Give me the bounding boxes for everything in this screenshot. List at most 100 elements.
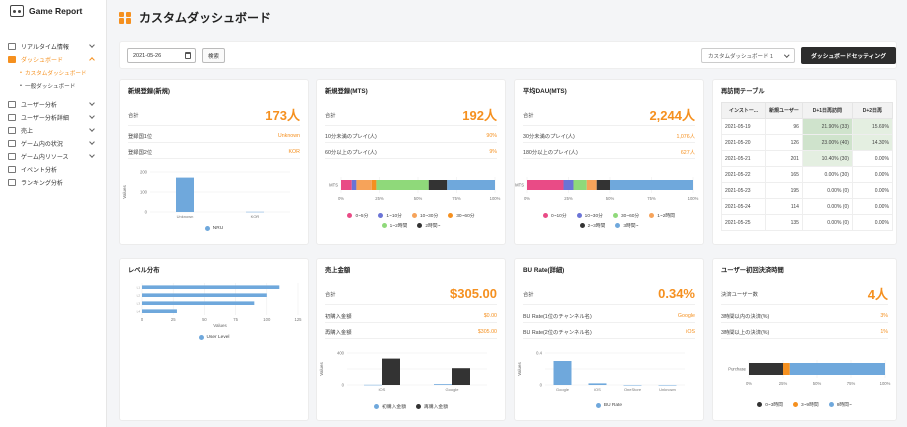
legend-swatch <box>649 213 655 218</box>
legend-item[interactable]: 1~2時間 <box>381 222 407 229</box>
chart-legend: 0~3時間 3~9時間 9時間~ <box>713 401 896 408</box>
legend-item[interactable]: 3時間~ <box>615 222 638 229</box>
table-cell: 15.69% <box>851 118 893 135</box>
calendar-icon <box>8 166 16 173</box>
x-tick-label: Google <box>446 387 460 392</box>
card-new-registration: 新規登録(新規) 合計 173人 登録国1位 Unknown 登録国2位 KOR Va… <box>119 79 309 245</box>
x-tick-label: Google <box>556 387 570 392</box>
sidebar-subitem-custom-dashboard[interactable]: カスタムダッシュボード <box>0 66 106 79</box>
legend-item[interactable]: 3~9時間 <box>792 401 819 408</box>
legend-item[interactable]: 2時間~ <box>417 222 440 229</box>
coin-icon <box>8 127 16 134</box>
search-button[interactable]: 検索 <box>202 48 225 63</box>
page-header: カスタムダッシュボード <box>119 9 271 26</box>
x-tick-label: 50% <box>813 381 822 386</box>
bar <box>553 361 572 385</box>
stat-value: 1% <box>880 328 888 335</box>
legend-item[interactable]: 初購入金額 <box>374 403 406 410</box>
card-title: 売上金額 <box>325 267 351 274</box>
legend-swatch <box>576 213 582 218</box>
purchase-time-stacked-bar-chart: Purchase 0% 25% 50% 75% 100% <box>728 360 891 386</box>
sidebar-nav: リアルタイム情報 ダッシュボード カスタムダッシュボード 一般ダッシュボード ユ… <box>0 40 106 189</box>
table-row: 2021-05-25 135 0.00% (0) 0.00% <box>721 214 893 231</box>
stat-label: 登録国2位 <box>128 149 153 156</box>
legend-item[interactable]: NRU <box>204 226 223 231</box>
legend-item[interactable]: 0~3時間 <box>757 401 783 408</box>
table-cell: 0.00% <box>851 182 893 199</box>
x-tick-label: iOS <box>379 387 386 392</box>
sidebar-item-ranking-analysis[interactable]: ランキング分析 <box>0 176 106 189</box>
column-header[interactable]: D+1日再訪問 <box>801 102 853 119</box>
x-tick-label: 50% <box>606 196 615 201</box>
legend-label: User Level <box>206 335 230 340</box>
total-value: 0.34% <box>658 286 695 301</box>
x-tick-label: 25% <box>564 196 573 201</box>
dashboard-select[interactable]: カスタムダッシュボード 1 <box>701 48 795 63</box>
stat-row: 3時間以内の決済(%) 3% <box>721 309 888 323</box>
sidebar-item-dashboard[interactable]: ダッシュボード <box>0 53 106 66</box>
legend-label: 3時間~ <box>623 224 639 229</box>
legend-item[interactable]: 0~5分 <box>347 212 368 219</box>
stat-value: KOR <box>288 148 300 155</box>
mts-stacked-bar-chart: MTS 0% 25% 50% 75% 100% <box>329 177 501 201</box>
column-header[interactable]: 新規ユーザー <box>765 102 803 119</box>
sidebar-item-ingame-status[interactable]: ゲーム内の状況 <box>0 137 106 150</box>
legend-item[interactable]: 10~30分 <box>411 212 438 219</box>
total-value: 2,244人 <box>649 108 695 123</box>
sidebar-item-user-analysis[interactable]: ユーザー分析 <box>0 98 106 111</box>
legend-label: 0~10分 <box>551 214 567 219</box>
legend-item[interactable]: 10~30分 <box>576 212 603 219</box>
sidebar-item-event-analysis[interactable]: イベント分析 <box>0 163 106 176</box>
clock-icon <box>8 43 16 50</box>
legend-label: 9時間~ <box>836 403 852 408</box>
card-dau-mts: 平均DAU(MTS) 合計 2,244人 30分未満のプレイ(人) 1,076人 1… <box>514 79 704 245</box>
bar <box>452 368 470 385</box>
chart-legend: 0~5分 1~10分 10~30分 30~60分 1~2時間 2時間~ <box>317 212 505 229</box>
bar <box>246 211 264 213</box>
dashboard-icon <box>8 56 16 63</box>
legend-item[interactable]: 1~10分 <box>378 212 402 219</box>
chevron-down-icon <box>89 152 95 158</box>
legend-item[interactable]: 30~60分 <box>612 212 639 219</box>
x-tick-label: 75 <box>233 317 238 322</box>
calendar-icon[interactable] <box>185 52 191 59</box>
legend-item[interactable]: 再購入金額 <box>416 403 448 410</box>
legend-item[interactable]: 0~10分 <box>543 212 567 219</box>
bar <box>382 358 400 385</box>
chevron-down-icon <box>89 100 95 106</box>
sidebar-item-ingame-resource[interactable]: ゲーム内リソース <box>0 150 106 163</box>
legend-swatch <box>347 213 353 218</box>
bar-segment <box>376 180 429 190</box>
legend-item[interactable]: User Level <box>198 335 230 340</box>
bar-segment <box>749 363 783 375</box>
sidebar-item-realtime[interactable]: リアルタイム情報 <box>0 40 106 53</box>
sidebar-item-label: ゲーム内の状況 <box>21 142 63 148</box>
x-tick-label: 50% <box>414 196 423 201</box>
sidebar-item-user-detail[interactable]: ユーザー分析詳細 <box>0 111 106 124</box>
bar <box>588 383 607 385</box>
legend-item[interactable]: 30~60分 <box>448 212 475 219</box>
legend-item[interactable]: BU Rate <box>595 403 622 408</box>
column-header[interactable]: インストー... <box>721 102 766 119</box>
sidebar-item-sales[interactable]: 売上 <box>0 124 106 137</box>
chevron-down-icon <box>783 52 789 58</box>
legend-item[interactable]: 2~3時間 <box>579 222 605 229</box>
x-tick-label: 25 <box>171 317 176 322</box>
table-cell: 2021-05-24 <box>721 198 766 215</box>
chart-legend: NRU <box>120 226 308 231</box>
bar-segment <box>371 180 377 190</box>
date-value: 2021-05-26 <box>133 52 162 59</box>
toolbar: 2021-05-26 検索 カスタムダッシュボード 1 ダッシュボードセッティン… <box>119 41 897 69</box>
bar-segment <box>573 180 587 190</box>
legend-swatch <box>757 402 763 407</box>
dashboard-setting-button[interactable]: ダッシュボードセッティング <box>801 47 896 64</box>
legend-item[interactable]: 1~2時間 <box>649 212 675 219</box>
bar <box>658 385 677 386</box>
brand[interactable]: Game Report <box>10 5 82 17</box>
sidebar-subitem-general-dashboard[interactable]: 一般ダッシュボード <box>0 79 106 92</box>
column-header[interactable]: D+2日再 <box>851 102 893 119</box>
legend-item[interactable]: 9時間~ <box>828 401 852 408</box>
legend-swatch <box>579 223 585 228</box>
date-picker-input[interactable]: 2021-05-26 <box>127 48 196 63</box>
x-tick-label: Unknown <box>177 214 194 219</box>
